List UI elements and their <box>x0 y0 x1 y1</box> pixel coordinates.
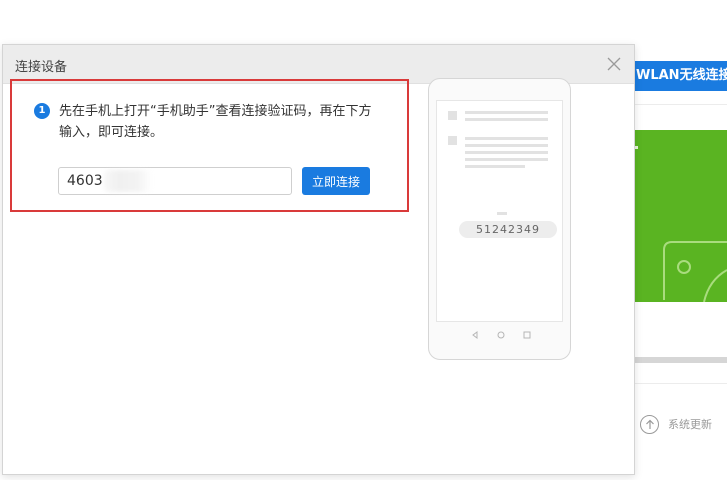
redacted-code-blur <box>104 170 152 192</box>
green-banner <box>634 130 727 302</box>
list-placeholder-icon <box>448 111 457 120</box>
recent-square-icon <box>523 331 530 339</box>
phone-screen: 51242349 <box>436 100 563 322</box>
system-update-link[interactable]: 系统更新 <box>640 414 712 434</box>
instruction-text: 先在手机上打开“手机助手”查看连接验证码，再在下方输入，即可连接。 <box>59 104 372 140</box>
list-placeholder-line <box>465 118 548 121</box>
phone-verification-code: 51242349 <box>459 221 557 238</box>
step-number-badge: 1 <box>34 103 50 119</box>
dialog-title: 连接设备 <box>15 60 68 75</box>
list-placeholder-line <box>465 111 548 114</box>
list-placeholder-line <box>465 158 548 161</box>
wlan-connect-button[interactable]: WLAN无线连接 <box>634 61 727 91</box>
verification-code-input[interactable] <box>58 167 292 195</box>
list-placeholder-icon <box>448 136 457 145</box>
banner-illustration <box>663 241 727 302</box>
list-placeholder-line <box>465 165 525 168</box>
arrow-up-circle-icon <box>640 414 659 434</box>
list-placeholder-line <box>465 137 548 140</box>
home-circle-icon <box>497 331 504 339</box>
close-icon[interactable] <box>606 56 622 72</box>
code-dash <box>497 212 507 215</box>
back-triangle-icon <box>471 331 477 339</box>
phone-nav-bar <box>429 329 572 341</box>
phone-illustration: 51242349 <box>428 78 571 360</box>
background-progress-bar <box>634 357 727 363</box>
system-update-label: 系统更新 <box>668 418 712 431</box>
list-placeholder-line <box>465 144 548 147</box>
list-placeholder-line <box>465 151 548 154</box>
screen: WLAN无线连接 系统更新 连接设备 1 先在手机上打开“手机助手”查看连接验证… <box>0 0 727 480</box>
connect-now-button[interactable]: 立即连接 <box>302 167 370 195</box>
